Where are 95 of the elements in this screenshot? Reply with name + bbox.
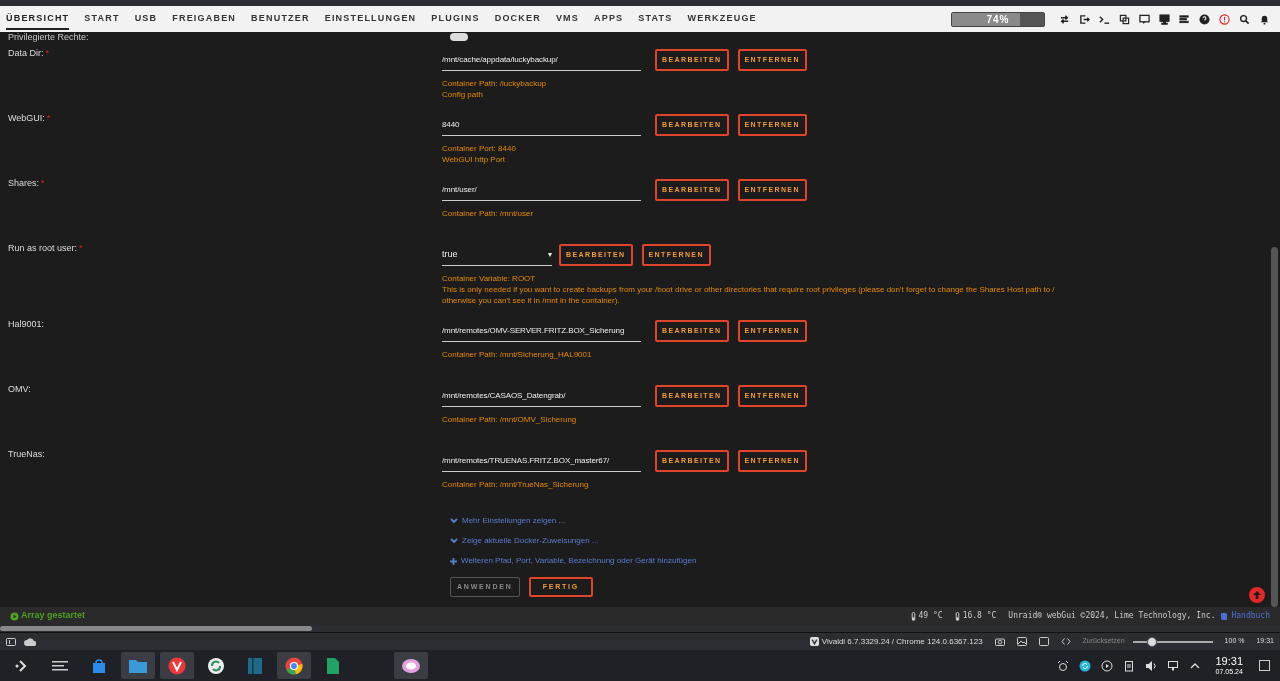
chrome-icon[interactable] [277, 652, 311, 679]
media-play-icon[interactable] [1101, 659, 1114, 672]
nav-tab[interactable]: VMS [555, 8, 579, 30]
scroll-top-button[interactable] [1249, 587, 1265, 603]
terminal-icon[interactable] [1099, 13, 1110, 25]
message-icon[interactable] [1139, 13, 1150, 25]
vertical-scrollbar[interactable] [1271, 247, 1278, 607]
arrow-up-icon [1252, 590, 1262, 600]
help-text: This is only needed if you want to create backups from your /boot drive or other directories that require root privileges (please don't forget to change the Shares Host path to / [442, 284, 1055, 295]
window-icon[interactable] [1038, 637, 1049, 646]
nav-tab[interactable]: WERKZEUGE [687, 8, 757, 30]
nav-tab[interactable]: DOCKER [494, 8, 541, 30]
select-field[interactable]: true ▾ [442, 244, 552, 266]
settings-link[interactable]: Weiteren Pfad, Port, Variable, Bezeichnung oder Gerät hinzufügen [461, 555, 697, 567]
chevron-down-icon [450, 518, 458, 524]
field-label: WebGUI: [8, 113, 45, 123]
input-field[interactable]: /mnt/remotes/TRUENAS.FRITZ.BOX_master67/ [442, 450, 641, 472]
zoom-slider[interactable] [1132, 636, 1213, 647]
help-text: Container Path: /mnt/user [442, 208, 535, 219]
image-icon[interactable] [1016, 637, 1027, 646]
nav-tab[interactable]: PLUGINS [431, 8, 480, 30]
field-label: OMV: [8, 384, 31, 394]
field-label: Privilegierte Rechte: [8, 32, 90, 42]
field-label: Shares: [8, 178, 40, 188]
field-label: TrueNas: [8, 449, 45, 459]
settings-link[interactable]: Mehr Einstellungen zeigen ... [462, 515, 566, 527]
clipboard-icon[interactable] [1123, 659, 1136, 672]
camera-icon[interactable] [994, 637, 1005, 646]
browser-logo-icon [809, 637, 819, 646]
alert-icon[interactable] [1219, 13, 1230, 25]
help-text: Config path [442, 89, 484, 100]
help-text: otherwise you can't see it in /mnt in the container). [442, 295, 621, 306]
network-icon[interactable] [1167, 659, 1180, 672]
input-field[interactable]: 8440 [442, 114, 641, 136]
usage-reading: 74% [985, 12, 1011, 26]
clock-time: 19:31 [1215, 656, 1243, 667]
folder-icon[interactable] [121, 652, 155, 679]
bell-icon[interactable] [1259, 13, 1270, 25]
temperature-reading: 16.8 °C [962, 610, 997, 622]
input-field[interactable]: /mnt/user/ [442, 179, 641, 201]
input-field[interactable]: /mnt/remotes/OMV-SERVER.FRITZ.BOX_Sicherung [442, 320, 641, 342]
alarm-icon[interactable] [1057, 659, 1070, 672]
nav-tab[interactable]: APPS [594, 8, 624, 30]
input-field[interactable]: /mnt/cache/appdata/luckybackup/ [442, 49, 641, 71]
help-text: Container Variable: ROOT [442, 273, 537, 284]
logout-icon[interactable] [1079, 13, 1090, 25]
show-desktop-icon[interactable] [1259, 660, 1270, 671]
nav-tab[interactable]: USB [134, 8, 158, 30]
settings-link[interactable]: Zeige aktuelle Docker-Zuweisungen ... [462, 535, 599, 547]
browser-version: Vivaldi 6.7.3329.24 / Chrome 124.0.6367.123 [821, 635, 983, 648]
copyright-text: Unraid® webGui ©2024, Lime Technology, Inc. [1008, 610, 1216, 622]
array-status: Array gestartet [21, 609, 86, 623]
chat-bubble-icon[interactable] [394, 652, 428, 679]
field-label: Run as root user: [8, 243, 78, 253]
nav-tab[interactable]: FREIGABEN [172, 8, 237, 30]
nav-tab[interactable]: ÜBERSICHT [6, 8, 70, 30]
chevron-down-icon [450, 538, 458, 544]
nav-tab[interactable]: EINSTELLUNGEN [324, 8, 417, 30]
code-icon[interactable] [1060, 637, 1071, 646]
required-mark: * [41, 178, 45, 188]
help-icon[interactable] [1199, 13, 1210, 25]
required-mark: * [79, 243, 83, 253]
plus-icon [450, 557, 457, 565]
nav-tab[interactable]: STATS [638, 8, 673, 30]
copy-icon[interactable] [1119, 13, 1130, 25]
list-icon[interactable] [1179, 13, 1190, 25]
panel-icon[interactable] [6, 637, 16, 646]
search-icon[interactable] [1239, 13, 1250, 25]
zoom-slider-thumb[interactable] [1146, 636, 1157, 647]
input-field[interactable]: /mnt/remotes/CASAOS_Datengrab/ [442, 385, 641, 407]
required-mark: * [45, 48, 50, 58]
sync-tray-icon[interactable] [1079, 659, 1092, 672]
help-text: Container Path: /mnt/Sicherung_HAL9001 [442, 349, 593, 360]
field-label: Hal9001: [8, 319, 45, 329]
help-text: Container Port: 8440 [442, 143, 517, 154]
cloud-icon[interactable] [24, 637, 36, 646]
swap-icon[interactable] [1059, 13, 1070, 25]
help-text: Container Path: /mnt/TrueNas_Sicherung [442, 479, 590, 490]
help-text: Container Path: /luckybackup [442, 78, 548, 89]
nav-tab[interactable]: BENUTZER [251, 8, 310, 30]
thermometer-icon [910, 611, 916, 621]
play-circle-icon [10, 611, 19, 621]
thermometer-icon [954, 611, 960, 621]
browser-icon[interactable] [160, 652, 194, 679]
monitor-icon[interactable] [1159, 13, 1170, 25]
temperature-reading: 49 °C [918, 610, 943, 622]
speaker-icon[interactable] [1145, 659, 1158, 672]
field-label: Data Dir: [8, 48, 44, 58]
help-text: Container Path: /mnt/OMV_Sicherung [442, 414, 578, 425]
help-text: WebGUI http Port [442, 154, 506, 165]
toggle-switch[interactable] [450, 33, 468, 41]
nav-tab[interactable]: START [84, 8, 120, 30]
book-icon [1220, 612, 1229, 620]
horizontal-scrollbar[interactable] [0, 626, 312, 631]
required-mark: * [46, 113, 51, 123]
